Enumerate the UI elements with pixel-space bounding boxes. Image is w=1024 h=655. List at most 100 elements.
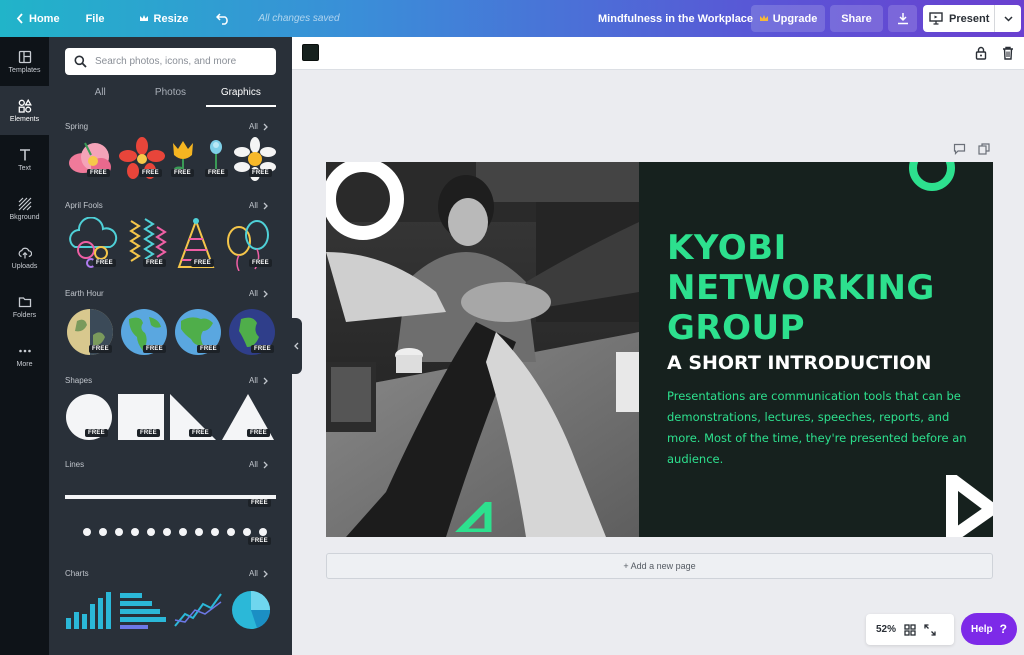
slide-canvas[interactable]: KYOBI NETWORKING GROUP A SHORT INTRODUCT… [326, 162, 993, 537]
search-box[interactable] [65, 48, 276, 75]
download-button[interactable] [888, 5, 917, 32]
elements-icon [18, 98, 32, 113]
rail-label: Folders [12, 311, 37, 319]
graphic-red-flower[interactable]: FREE [119, 137, 165, 181]
free-badge: FREE [249, 169, 272, 177]
graphic-party-hat[interactable]: FREE [173, 217, 219, 271]
chevron-right-icon [263, 570, 268, 577]
rail-label: Uploads [11, 262, 38, 270]
tab-graphics[interactable]: Graphics [205, 85, 276, 107]
rail-item-background[interactable]: Bkground [0, 184, 49, 233]
tab-photos[interactable]: Photos [135, 85, 205, 107]
chart-bar-horizontal[interactable] [119, 590, 169, 630]
rail-item-uploads[interactable]: Uploads [0, 233, 49, 282]
file-menu[interactable]: File [70, 0, 115, 37]
shape-square[interactable]: FREE [117, 393, 165, 441]
home-button[interactable]: Home [0, 0, 70, 37]
trash-icon[interactable] [1002, 46, 1014, 60]
chevron-right-icon [263, 202, 268, 209]
download-icon [897, 13, 908, 25]
see-all-april-fools[interactable]: All [249, 201, 268, 210]
line-chart-graphic [174, 593, 222, 627]
present-button[interactable]: Present [923, 5, 995, 32]
undo-button[interactable] [198, 0, 240, 37]
fullscreen-icon[interactable] [924, 623, 936, 636]
graphic-earth-4[interactable]: FREE [227, 307, 277, 357]
graphic-earth-1[interactable]: FREE [65, 307, 115, 357]
graphic-white-flower[interactable]: FREE [233, 137, 277, 181]
present-button-group: Present [923, 5, 1021, 32]
resize-label: Resize [153, 12, 189, 25]
slide-subtitle[interactable]: A SHORT INTRODUCTION [667, 352, 931, 374]
bar-chart-graphic [66, 592, 111, 629]
rail-item-templates[interactable]: Templates [0, 37, 49, 86]
comment-icon[interactable] [953, 143, 966, 155]
section-title-shapes: Shapes [65, 376, 93, 385]
collapse-panel-button[interactable] [291, 318, 302, 374]
chart-pie[interactable] [231, 590, 271, 630]
templates-icon [18, 50, 31, 63]
see-all-spring[interactable]: All [249, 122, 268, 131]
grid-view-icon[interactable] [904, 623, 916, 636]
free-badge: FREE [85, 429, 108, 437]
color-swatch[interactable] [302, 44, 319, 61]
rail-item-text[interactable]: Text [0, 135, 49, 184]
shape-circle[interactable]: FREE [65, 393, 113, 441]
graphic-pink-flower[interactable]: FREE [65, 137, 115, 181]
free-badge: FREE [248, 537, 271, 545]
add-new-page-button[interactable]: + Add a new page [326, 553, 993, 579]
chart-bar-vertical[interactable] [65, 590, 115, 630]
see-all-label: All [249, 460, 258, 469]
dotted-line-graphic [83, 528, 267, 536]
graphic-earth-2[interactable]: FREE [119, 307, 169, 357]
see-all-lines[interactable]: All [249, 460, 268, 469]
graphic-bluebell[interactable]: FREE [201, 137, 231, 181]
graphic-neon-balloons[interactable]: FREE [221, 217, 277, 272]
see-all-label: All [249, 569, 258, 578]
lock-icon[interactable] [975, 46, 987, 60]
zoom-level[interactable]: 52% [876, 624, 896, 635]
zoom-control: 52% [866, 614, 954, 645]
search-input[interactable] [95, 56, 265, 67]
share-button[interactable]: Share [830, 5, 883, 32]
solid-line-graphic [65, 495, 276, 499]
see-all-label: All [249, 201, 258, 210]
slide-body-text[interactable]: Presentations are communication tools th… [667, 386, 967, 470]
rail-item-folders[interactable]: Folders [0, 282, 49, 331]
chevron-down-icon [1003, 15, 1013, 22]
rail-item-elements[interactable]: Elements [0, 86, 49, 135]
help-button[interactable]: Help ? [961, 613, 1017, 645]
duplicate-page-icon[interactable] [978, 143, 990, 155]
rail-item-more[interactable]: More [0, 331, 49, 380]
present-label: Present [949, 12, 990, 25]
crown-icon [759, 15, 768, 21]
rail-label: More [16, 360, 33, 368]
line-solid[interactable]: FREE [65, 489, 276, 511]
upgrade-button[interactable]: Upgrade [751, 5, 825, 32]
panel-tabs: All Photos Graphics [65, 85, 276, 107]
text-icon [19, 148, 30, 160]
line-dotted[interactable]: FREE [65, 525, 276, 547]
document-title[interactable]: Mindfulness in the Workplace [598, 0, 753, 37]
shape-right-triangle[interactable]: FREE [169, 393, 217, 441]
free-badge: FREE [143, 259, 166, 267]
see-all-shapes[interactable]: All [249, 376, 268, 385]
resize-button[interactable]: Resize [115, 0, 199, 37]
free-badge: FREE [143, 345, 166, 353]
tab-all[interactable]: All [65, 85, 135, 107]
graphic-yellow-tulip[interactable]: FREE [169, 137, 197, 181]
file-label: File [85, 12, 105, 25]
graphic-neon-cloud[interactable]: FREE [65, 216, 119, 271]
chevron-left-icon [294, 342, 299, 350]
free-badge: FREE [137, 429, 160, 437]
see-all-earth-hour[interactable]: All [249, 289, 268, 298]
slide-title[interactable]: KYOBI NETWORKING GROUP [667, 228, 967, 348]
chevron-right-icon [263, 461, 268, 468]
chart-line[interactable] [173, 590, 223, 630]
present-options-button[interactable] [995, 5, 1021, 32]
see-all-charts[interactable]: All [249, 569, 268, 578]
graphic-earth-3[interactable]: FREE [173, 307, 223, 357]
shape-triangle[interactable]: FREE [221, 393, 275, 441]
graphic-neon-streamers[interactable]: FREE [123, 217, 169, 271]
upgrade-label: Upgrade [772, 12, 818, 25]
